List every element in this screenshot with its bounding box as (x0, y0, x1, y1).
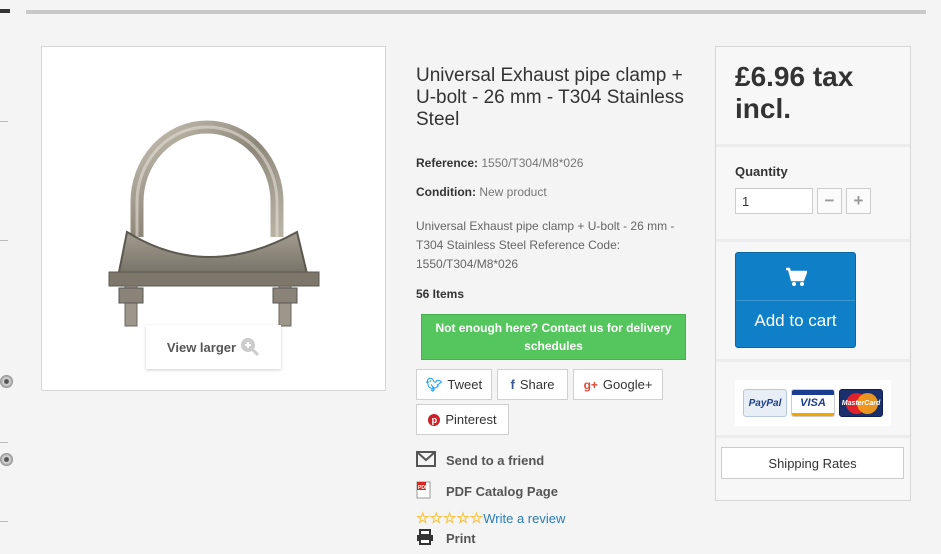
corner-mark (0, 9, 10, 13)
side-tick (0, 121, 8, 122)
pinterest-label: Pinterest (445, 412, 497, 427)
divider (716, 435, 910, 438)
shipping-rates-button[interactable]: Shipping Rates (721, 447, 904, 479)
share-button[interactable]: f Share (497, 369, 568, 400)
visa-logo: VISA (791, 389, 835, 417)
review-row: ☆☆☆☆☆ Write a review (416, 509, 565, 527)
price: £6.96 tax incl. (735, 61, 854, 124)
mastercard-logo: MasterCard (839, 389, 883, 417)
tweet-label: Tweet (447, 377, 483, 392)
product-description: Universal Exhaust pipe clamp + U-bolt - … (416, 219, 675, 271)
divider (716, 144, 910, 147)
rating-stars: ☆☆☆☆☆ (416, 510, 484, 527)
divider (716, 239, 910, 242)
share-label: Share (519, 377, 555, 392)
send-to-friend-link[interactable]: Send to a friend (416, 451, 544, 470)
quantity-input[interactable]: 1 (735, 188, 813, 214)
tweet-button[interactable]: 🐦︎ Tweet (416, 369, 492, 400)
print-link[interactable]: Print (416, 529, 476, 548)
side-tick (0, 240, 8, 241)
add-to-cart-label: Add to cart (754, 311, 837, 330)
product-image (108, 120, 320, 327)
side-tick (0, 521, 8, 522)
carousel-dot[interactable] (0, 453, 13, 466)
view-larger-label: View larger (166, 339, 237, 355)
write-review-link[interactable]: Write a review (483, 511, 565, 526)
view-larger-button[interactable]: View larger (146, 325, 281, 369)
minus-icon: − (824, 191, 835, 210)
top-divider (26, 10, 926, 14)
printer-icon (416, 529, 446, 548)
add-to-cart-button[interactable]: Add to cart (735, 252, 856, 348)
google-plus-button[interactable]: g+ Google+ (573, 369, 663, 400)
plus-icon: + (853, 191, 864, 210)
print-label: Print (446, 531, 476, 546)
stock-quantity: 56 Items (416, 287, 465, 301)
envelope-icon (416, 451, 446, 470)
quantity-increase-button[interactable]: + (846, 188, 871, 214)
zoom-in-icon (241, 338, 260, 357)
google-plus-label: Google+ (602, 377, 653, 392)
reference-label: Reference: (416, 156, 479, 170)
condition-line: Condition: New product (416, 185, 547, 199)
side-tick (0, 442, 8, 443)
pdf-catalog-link[interactable]: PDF PDF Catalog Page (416, 481, 558, 502)
divider (736, 300, 855, 301)
twitter-icon: 🐦︎ (425, 376, 443, 392)
product-title: Universal Exhaust pipe clamp + U-bolt - … (416, 65, 684, 130)
carousel-dot[interactable] (0, 375, 13, 388)
shopping-cart-icon (786, 267, 807, 286)
facebook-icon: f (510, 377, 515, 392)
quantity-decrease-button[interactable]: − (817, 188, 842, 214)
reference-line: Reference: 1550/T304/M8*026 (416, 156, 583, 170)
send-to-friend-label: Send to a friend (446, 453, 545, 468)
contact-delivery-button[interactable]: Not enough here? Contact us for delivery… (421, 314, 686, 360)
paypal-logo: PayPal (743, 389, 787, 417)
condition-value: New product (479, 185, 547, 199)
product-image-box[interactable]: View larger (41, 46, 386, 391)
pdf-catalog-label: PDF Catalog Page (446, 484, 558, 499)
condition-label: Condition: (416, 185, 476, 199)
pinterest-icon: p (428, 413, 441, 426)
google-plus-icon: g+ (583, 377, 598, 392)
pinterest-button[interactable]: p Pinterest (416, 404, 509, 435)
payment-methods: PayPal VISA MasterCard (735, 380, 891, 426)
pdf-icon: PDF (416, 481, 446, 502)
svg-text:PDF: PDF (418, 485, 428, 491)
divider (716, 359, 910, 362)
quantity-label: Quantity (735, 164, 788, 179)
reference-value: 1550/T304/M8*026 (481, 156, 584, 170)
buy-box: £6.96 tax incl. Quantity 1 − + Add to ca… (715, 46, 911, 501)
